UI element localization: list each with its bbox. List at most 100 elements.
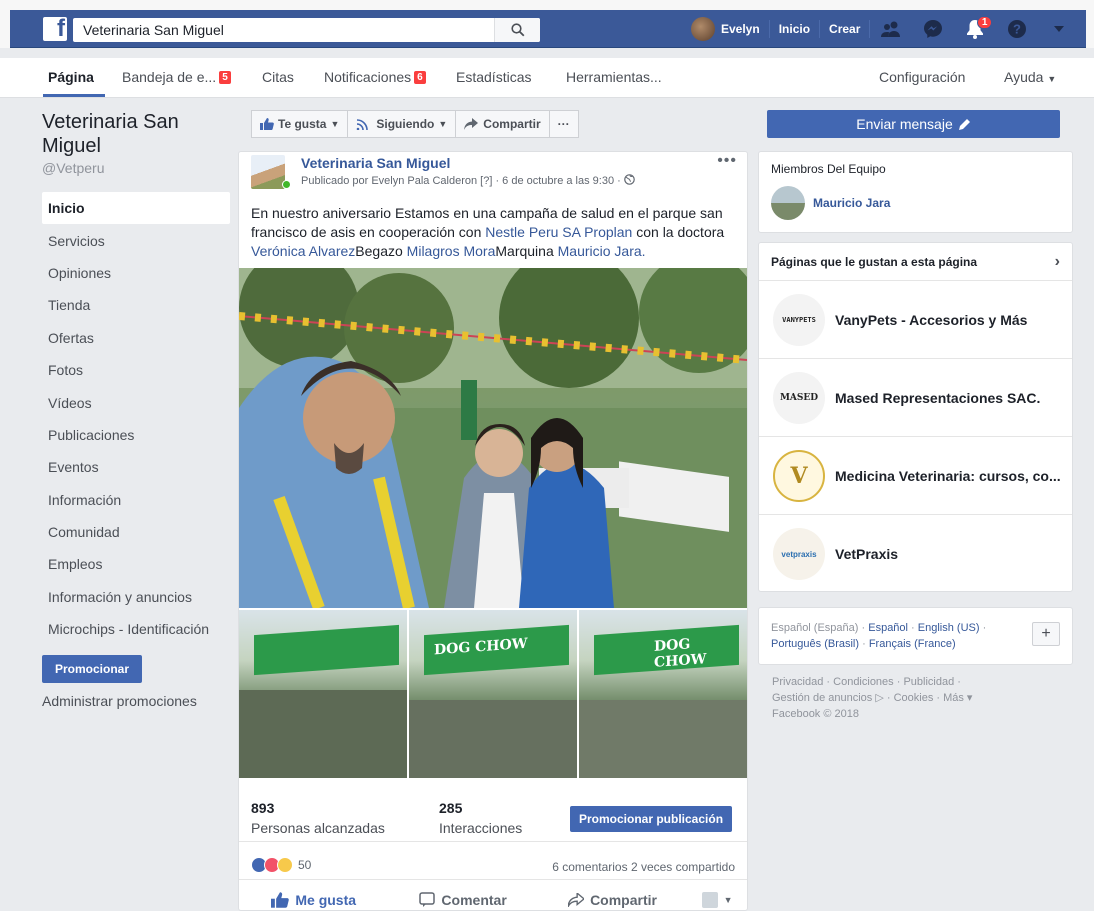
sidebar-item-tienda[interactable]: Tienda (42, 289, 230, 321)
logo-text: VANYPETS (782, 315, 816, 324)
sidebar-item-fotos[interactable]: Fotos (42, 354, 230, 386)
sidebar-item-eventos[interactable]: Eventos (42, 451, 230, 483)
liked-page-item[interactable]: MASED Mased Representaciones SAC. (759, 359, 1072, 437)
footer-line[interactable]: Gestión de anuncios ▷ · Cookies · Más ▾ (772, 690, 1032, 706)
active-tab-indicator (43, 94, 105, 97)
sidebar-item-ofertas[interactable]: Ofertas (42, 322, 230, 354)
tent-shape: DOG CHOW (594, 624, 739, 676)
messenger-button[interactable] (912, 10, 954, 48)
liked-pages-card: Páginas que le gustan a esta página › VA… (758, 242, 1073, 592)
page-title[interactable]: Veterinaria San Miguel (42, 110, 230, 158)
tagged-person-link[interactable]: Milagros Mora (407, 243, 496, 259)
manage-promotions-link[interactable]: Administrar promociones (42, 693, 230, 709)
tab-page[interactable]: Página (48, 69, 94, 85)
facebook-logo-icon[interactable]: f (43, 15, 67, 42)
sidebar-item-opiniones[interactable]: Opiniones (42, 257, 230, 289)
post-page-name[interactable]: Veterinaria San Miguel (301, 155, 450, 171)
tab-notifications[interactable]: Notificaciones 6 (324, 69, 426, 85)
tab-publishing-tools[interactable]: Herramientas... (566, 69, 662, 85)
team-member-item[interactable]: Mauricio Jara (771, 186, 890, 220)
page-avatar[interactable] (251, 155, 285, 189)
photo-thumbnail[interactable]: DOG CHOW (579, 610, 747, 778)
create-link[interactable]: Crear (820, 10, 869, 48)
help-button[interactable]: ? (996, 10, 1038, 48)
more-languages-button[interactable]: + (1032, 622, 1060, 646)
rss-icon (357, 119, 369, 130)
liked-page-name[interactable]: VetPraxis (835, 546, 898, 562)
boost-post-button[interactable]: Promocionar publicación (570, 806, 733, 832)
liked-page-item[interactable]: vetpraxis VetPraxis (759, 515, 1072, 593)
tab-help[interactable]: Ayuda ▼ (1004, 69, 1056, 85)
language-link[interactable]: Français (France) (869, 638, 956, 650)
friend-requests-button[interactable] (870, 10, 912, 48)
liked-page-name[interactable]: Medicina Veterinaria: cursos, co... (835, 468, 1061, 484)
left-sidebar: Veterinaria San Miguel @Vetperu Inicio S… (42, 110, 230, 709)
page-username[interactable]: @Vetperu (42, 160, 230, 176)
notifications-button[interactable]: 1 (954, 10, 996, 48)
tagged-person-link[interactable]: Verónica Alvarez (251, 243, 355, 259)
like-post-button[interactable]: Me gusta (239, 888, 388, 910)
globe-icon[interactable] (624, 174, 635, 185)
liked-page-item[interactable]: V Medicina Veterinaria: cursos, co... (759, 437, 1072, 515)
sidebar-item-empleos[interactable]: Empleos (42, 548, 230, 580)
sidebar-item-publicaciones[interactable]: Publicaciones (42, 419, 230, 451)
photo-thumbnail[interactable]: DOG CHOW (409, 610, 577, 778)
comment-button[interactable]: Comentar (388, 888, 537, 910)
tab-settings[interactable]: Configuración (879, 69, 965, 85)
vanypets-logo: VANYPETS (773, 293, 825, 346)
reactions-icons[interactable]: 50 (251, 857, 311, 873)
tab-insights[interactable]: Estadísticas (456, 69, 531, 85)
post-main-photo[interactable] (239, 268, 747, 608)
sidebar-item-microchips[interactable]: Microchips - Identificación (42, 613, 230, 645)
sidebar-item-servicios[interactable]: Servicios (42, 224, 230, 256)
mased-logo: MASED (773, 371, 825, 424)
liked-pages-header[interactable]: Páginas que le gustan a esta página › (759, 243, 1072, 281)
send-message-button[interactable]: Enviar mensaje (767, 110, 1060, 138)
share-post-button[interactable]: Compartir (538, 888, 687, 910)
avatar (771, 186, 805, 220)
comments-shares-count[interactable]: 6 comentarios 2 veces compartido (552, 860, 735, 874)
photo-thumbnail[interactable] (239, 610, 407, 778)
search-box[interactable] (73, 18, 540, 42)
share-page-button[interactable]: Compartir (455, 110, 550, 138)
friends-icon (879, 17, 903, 41)
sidebar-item-informacion[interactable]: Información (42, 484, 230, 516)
search-icon[interactable] (494, 18, 540, 42)
language-link[interactable]: Español (868, 622, 908, 634)
sidebar-item-inicio[interactable]: Inicio (42, 192, 230, 225)
team-member-name[interactable]: Mauricio Jara (813, 196, 890, 210)
tent-banner-text: DOG CHOW (434, 635, 528, 659)
footer-line[interactable]: Privacidad · Condiciones · Publicidad · (772, 674, 1032, 690)
language-link[interactable]: Português (Brasil) (771, 638, 859, 650)
interactions-count: 285 (439, 800, 463, 816)
tagged-person-link[interactable]: Mauricio Jara. (558, 243, 646, 259)
sidebar-item-comunidad[interactable]: Comunidad (42, 516, 230, 548)
chevron-right-icon: › (1054, 252, 1060, 270)
account-menu-button[interactable] (1038, 10, 1080, 48)
liked-page-name[interactable]: Mased Representaciones SAC. (835, 390, 1040, 406)
home-link[interactable]: Inicio (770, 10, 819, 48)
online-status-dot (282, 180, 291, 189)
post-as-selector[interactable]: ▼ (687, 888, 747, 910)
like-page-button[interactable]: Te gusta ▼ (251, 110, 349, 138)
language-link[interactable]: English (US) (918, 622, 980, 634)
promote-button[interactable]: Promocionar (42, 655, 143, 684)
liked-page-item[interactable]: VANYPETS VanyPets - Accesorios y Más (759, 281, 1072, 359)
caret-down-icon: ▼ (1047, 74, 1057, 84)
tab-inbox[interactable]: Bandeja de e... 5 (122, 69, 231, 85)
profile-link[interactable]: Evelyn (682, 10, 769, 48)
liked-page-name[interactable]: VanyPets - Accesorios y Más (835, 312, 1027, 328)
tab-notifications-label: Notificaciones (324, 69, 412, 85)
more-options-button[interactable]: ··· (548, 110, 579, 138)
tab-inbox-label: Bandeja de e... (122, 69, 217, 85)
current-language: Español (España) (771, 622, 859, 634)
post-options-icon[interactable]: ••• (717, 152, 737, 170)
search-input[interactable] (73, 18, 493, 42)
page-admin-nav: Página Bandeja de e... 5 Citas Notificaci… (0, 58, 1094, 98)
following-button[interactable]: Siguiendo ▼ (347, 110, 457, 138)
sidebar-item-informacion-anuncios[interactable]: Información y anuncios (42, 581, 230, 613)
tagged-page-link[interactable]: Nestle Peru SA Proplan (485, 224, 632, 240)
tab-appointments[interactable]: Citas (262, 69, 294, 85)
home-label: Inicio (778, 22, 811, 36)
sidebar-item-videos[interactable]: Vídeos (42, 386, 230, 418)
